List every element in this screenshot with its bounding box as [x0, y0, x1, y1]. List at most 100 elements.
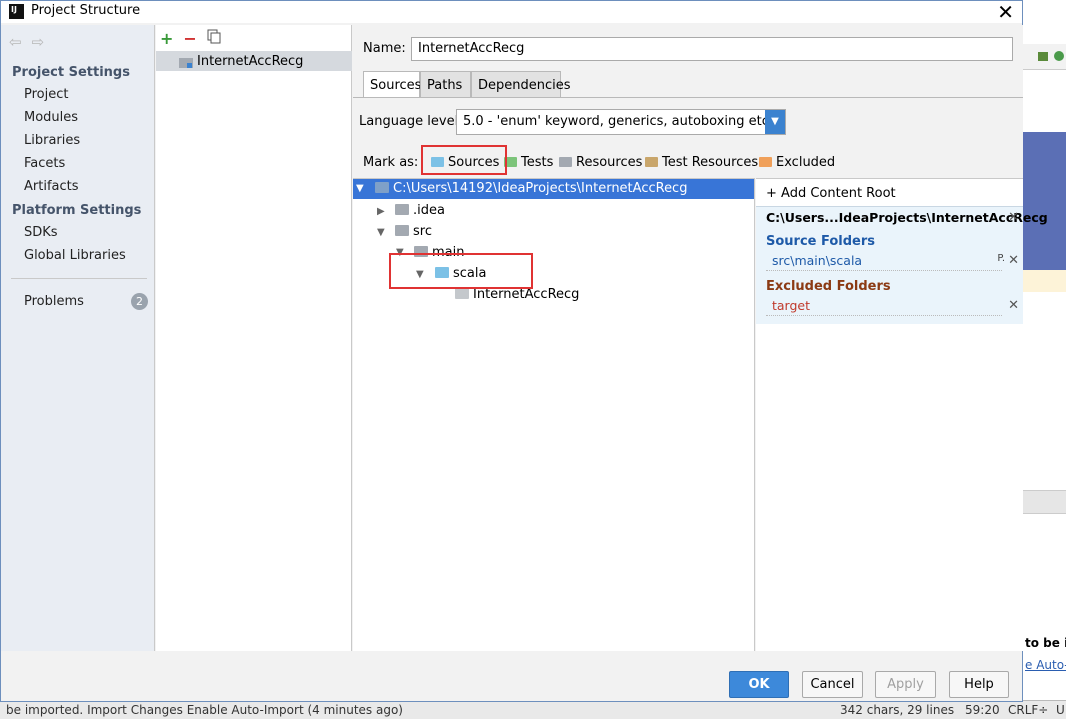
tab-sources[interactable]: Sources [363, 71, 421, 97]
background-link[interactable]: e Auto-I [1025, 658, 1066, 672]
section-platform-settings: Platform Settings [12, 203, 142, 218]
dotted-divider [766, 315, 1002, 316]
expanded-arrow-icon[interactable]: ▼ [377, 227, 385, 238]
status-chars: 342 chars, 29 lines [840, 703, 955, 717]
mark-tests-button[interactable]: Tests [504, 155, 553, 170]
background-ide: to be i e Auto-I [1022, 0, 1066, 719]
status-bar: be imported. Import Changes Enable Auto-… [0, 700, 1066, 719]
nav-divider [11, 278, 147, 279]
background-bar [1023, 490, 1066, 514]
forward-arrow-icon[interactable]: ⇨ [32, 33, 45, 51]
tree-node-label: .idea [413, 203, 445, 218]
tree-root-label: C:\Users\14192\IdeaProjects\InternetAccR… [393, 181, 688, 196]
module-list-panel: + − InternetAccRecg [156, 25, 352, 651]
window-title: Project Structure [31, 3, 141, 18]
mark-test-resources-button[interactable]: Test Resources [645, 155, 758, 170]
mark-as-label: Mark as: [363, 155, 419, 170]
source-folder-path[interactable]: src\main\scala [772, 253, 862, 268]
content-root-panel: + Add Content Root C:\Users...IdeaProjec… [756, 178, 1048, 651]
help-button[interactable]: Help [949, 671, 1009, 698]
folder-icon [395, 225, 409, 236]
module-toolbar: + − [160, 29, 231, 51]
background-panel [1023, 132, 1066, 270]
nav-item-sdks[interactable]: SDKs [24, 225, 58, 240]
tree-root-row[interactable]: ▼ C:\Users\14192\IdeaProjects\InternetAc… [353, 179, 754, 199]
add-content-root-button[interactable]: + Add Content Root [766, 186, 896, 201]
bug-icon[interactable] [1037, 50, 1049, 62]
mark-tests-label: Tests [521, 155, 554, 170]
tree-node-label: src [413, 224, 432, 239]
copy-icon[interactable] [207, 29, 221, 48]
expanded-arrow-icon[interactable]: ▼ [356, 183, 364, 194]
status-line-separator[interactable]: CRLF÷ [1008, 703, 1048, 717]
title-bar: IJ Project Structure ✕ [1, 0, 1022, 24]
collapsed-arrow-icon[interactable]: ▶ [377, 206, 385, 217]
highlight-box-scala [389, 253, 533, 289]
tree-root: C:\Users\14192\IdeaProjects\InternetAccR… [375, 181, 687, 196]
remove-content-root-icon[interactable]: ✕ [1008, 210, 1019, 225]
cancel-button[interactable]: Cancel [802, 671, 863, 698]
mark-resources-label: Resources [576, 155, 643, 170]
tree-node-output[interactable]: InternetAccRecg [455, 287, 579, 302]
nav-arrows: ⇦ ⇨ [9, 33, 54, 51]
name-input[interactable]: InternetAccRecg [411, 37, 1013, 61]
mark-excluded-label: Excluded [776, 155, 836, 170]
folder-icon [455, 288, 469, 299]
content-root-path: C:\Users...IdeaProjects\InternetAccRecg [766, 210, 1048, 225]
nav-item-problems[interactable]: Problems [24, 294, 84, 309]
remove-icon[interactable]: − [183, 29, 196, 48]
back-arrow-icon[interactable]: ⇦ [9, 33, 22, 51]
tab-paths[interactable]: Paths [420, 71, 471, 97]
resources-folder-icon [559, 157, 572, 167]
problems-count-badge: 2 [131, 293, 148, 310]
highlight-box-sources [421, 145, 507, 175]
module-folder-icon [179, 56, 193, 71]
language-level-value: 5.0 - 'enum' keyword, generics, autoboxi… [463, 114, 774, 129]
language-level-label: Language level: [359, 114, 463, 129]
module-row[interactable]: InternetAccRecg [156, 51, 352, 71]
tree-node-label: InternetAccRecg [473, 287, 580, 302]
remove-source-folder-icon[interactable]: ✕ [1008, 253, 1019, 268]
tree-node-src[interactable]: src [395, 224, 432, 239]
source-folder-properties[interactable]: P. [997, 253, 1005, 264]
excluded-folder-path[interactable]: target [772, 298, 810, 313]
close-icon[interactable]: ✕ [997, 0, 1014, 24]
folder-icon [395, 204, 409, 215]
section-project-settings: Project Settings [12, 65, 130, 80]
status-encoding[interactable]: U [1056, 703, 1065, 717]
status-position[interactable]: 59:20 [965, 703, 1000, 717]
plus-icon: + [766, 186, 777, 201]
dotted-divider [766, 270, 1002, 271]
project-structure-dialog: IJ Project Structure ✕ ⇦ ⇨ Project Settin… [0, 0, 1048, 702]
ok-button[interactable]: OK [729, 671, 789, 698]
nav-item-facets[interactable]: Facets [24, 156, 65, 171]
intellij-logo-icon: IJ [9, 4, 24, 19]
add-icon[interactable]: + [160, 29, 173, 48]
nav-item-artifacts[interactable]: Artifacts [24, 179, 79, 194]
mark-resources-button[interactable]: Resources [559, 155, 642, 170]
coverage-icon[interactable] [1053, 50, 1065, 62]
status-message: be imported. Import Changes Enable Auto-… [6, 703, 403, 717]
nav-item-project[interactable]: Project [24, 87, 68, 102]
remove-excluded-folder-icon[interactable]: ✕ [1008, 298, 1019, 313]
mark-excluded-button[interactable]: Excluded [759, 155, 835, 170]
nav-item-libraries[interactable]: Libraries [24, 133, 80, 148]
language-level-select[interactable]: 5.0 - 'enum' keyword, generics, autoboxi… [456, 109, 786, 135]
module-settings-panel: Name: InternetAccRecg Sources Paths Depe… [353, 25, 1048, 651]
content-root-box: C:\Users...IdeaProjects\InternetAccRecg … [756, 206, 1048, 324]
name-label: Name: [363, 41, 406, 56]
chevron-down-icon[interactable]: ▼ [765, 110, 785, 134]
apply-button[interactable]: Apply [875, 671, 936, 698]
nav-item-global-libraries[interactable]: Global Libraries [24, 248, 126, 263]
tab-underline [353, 97, 1023, 98]
folder-icon [375, 182, 389, 193]
mark-test-resources-label: Test Resources [662, 155, 759, 170]
source-folders-header: Source Folders [766, 234, 876, 249]
background-toolbar [1023, 44, 1066, 70]
add-content-root-label: Add Content Root [781, 186, 896, 201]
excluded-folder-icon [759, 157, 772, 167]
nav-item-modules[interactable]: Modules [24, 110, 78, 125]
background-banner [1023, 270, 1066, 292]
tree-node-idea[interactable]: .idea [395, 203, 445, 218]
tab-dependencies[interactable]: Dependencies [471, 71, 571, 97]
